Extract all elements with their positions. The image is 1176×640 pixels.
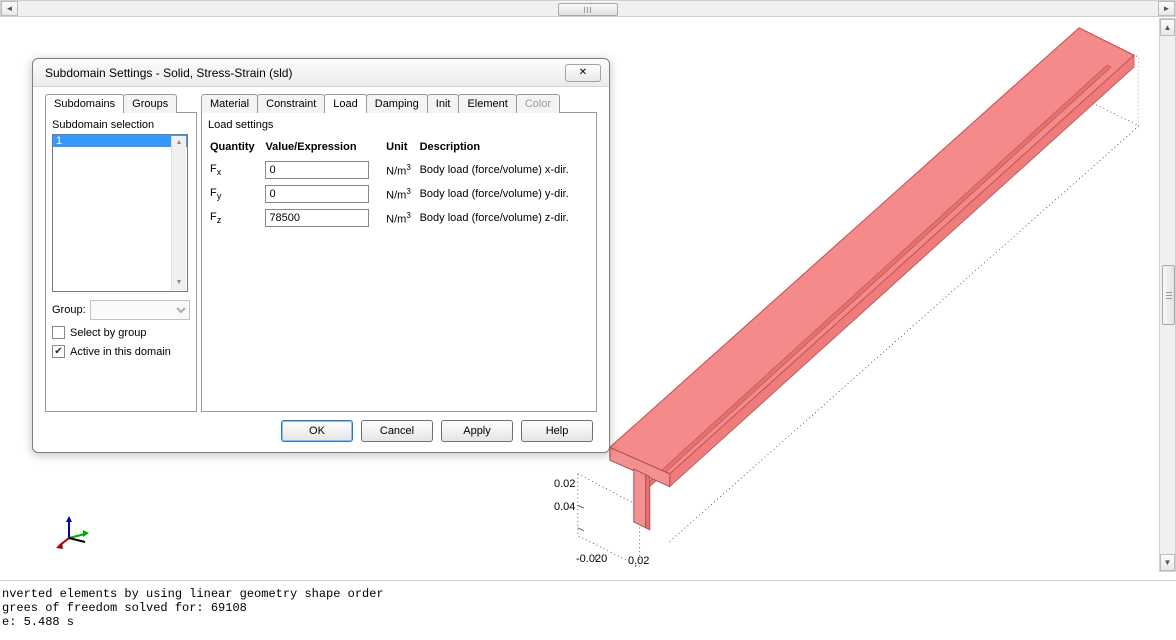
col-quantity: Quantity	[210, 139, 263, 157]
table-row: Fy N/m3 Body load (force/volume) y-dir.	[210, 183, 588, 205]
scrollbar-thumb[interactable]	[1162, 265, 1175, 325]
quantity-cell: Fy	[210, 183, 263, 205]
scroll-up-icon[interactable]: ▲	[1160, 19, 1175, 36]
subdomain-settings-dialog: Subdomain Settings - Solid, Stress-Strai…	[32, 58, 610, 453]
dialog-title: Subdomain Settings - Solid, Stress-Strai…	[45, 66, 292, 80]
subdomain-listbox[interactable]: 1 ▲ ▼	[52, 134, 188, 292]
horizontal-scrollbar[interactable]: ◄ ►	[0, 0, 1176, 17]
scroll-down-icon[interactable]: ▼	[172, 276, 186, 290]
axis-tick-label: 0.04	[554, 501, 575, 513]
tab-constraint[interactable]: Constraint	[257, 94, 325, 113]
table-row: Fx N/m3 Body load (force/volume) x-dir.	[210, 159, 588, 181]
select-by-group-label: Select by group	[70, 327, 146, 339]
scrollbar-thumb[interactable]	[558, 3, 618, 16]
apply-button[interactable]: Apply	[441, 420, 513, 442]
col-description: Description	[420, 139, 588, 157]
desc-cell: Body load (force/volume) x-dir.	[420, 159, 588, 181]
scroll-right-icon[interactable]: ►	[1158, 1, 1175, 16]
close-button[interactable]: ✕	[565, 64, 601, 82]
tab-init[interactable]: Init	[427, 94, 460, 113]
fy-input[interactable]	[265, 185, 369, 203]
col-value: Value/Expression	[265, 139, 384, 157]
table-row: Fz N/m3 Body load (force/volume) z-dir.	[210, 207, 588, 229]
select-by-group-checkbox[interactable]	[52, 326, 65, 339]
ok-button[interactable]: OK	[281, 420, 353, 442]
active-in-domain-label: Active in this domain	[70, 346, 171, 358]
subdomain-selection-label: Subdomain selection	[52, 119, 190, 131]
desc-cell: Body load (force/volume) z-dir.	[420, 207, 588, 229]
desc-cell: Body load (force/volume) y-dir.	[420, 183, 588, 205]
axis-tick-label: -0.020	[576, 553, 607, 565]
quantity-cell: Fz	[210, 207, 263, 229]
cancel-button[interactable]: Cancel	[361, 420, 433, 442]
quantity-cell: Fx	[210, 159, 263, 181]
list-item[interactable]: 1	[53, 135, 187, 147]
tab-color: Color	[516, 94, 560, 113]
axis-tick-label: 0.02	[628, 555, 649, 567]
log-console: nverted elements by using linear geometr…	[0, 580, 1176, 640]
active-in-domain-checkbox[interactable]: ✔	[52, 345, 65, 358]
scroll-up-icon[interactable]: ▲	[172, 136, 186, 150]
load-settings-label: Load settings	[208, 119, 590, 131]
col-unit: Unit	[386, 139, 417, 157]
tab-element[interactable]: Element	[458, 94, 516, 113]
dialog-titlebar[interactable]: Subdomain Settings - Solid, Stress-Strai…	[33, 59, 609, 87]
tab-material[interactable]: Material	[201, 94, 258, 113]
vertical-scrollbar[interactable]: ▲ ▼	[1159, 18, 1176, 572]
unit-cell: N/m3	[386, 183, 417, 205]
scroll-left-icon[interactable]: ◄	[1, 1, 18, 16]
unit-cell: N/m3	[386, 159, 417, 181]
axis-tick-label: 0.02	[554, 478, 575, 490]
fx-input[interactable]	[265, 161, 369, 179]
group-select[interactable]	[90, 300, 190, 320]
tab-groups[interactable]: Groups	[123, 94, 177, 113]
tab-damping[interactable]: Damping	[366, 94, 428, 113]
model-viewport[interactable]: 0.02 0.04 -0.020 0.02 Subdomain Settings…	[0, 18, 1159, 572]
tab-subdomains[interactable]: Subdomains	[45, 94, 124, 113]
unit-cell: N/m3	[386, 207, 417, 229]
axis-triad-icon	[55, 512, 95, 552]
help-button[interactable]: Help	[521, 420, 593, 442]
scroll-down-icon[interactable]: ▼	[1160, 554, 1175, 571]
tab-load[interactable]: Load	[324, 94, 366, 113]
close-icon: ✕	[579, 67, 587, 78]
group-label: Group:	[52, 304, 86, 316]
fz-input[interactable]	[265, 209, 369, 227]
listbox-scrollbar[interactable]: ▲ ▼	[171, 136, 186, 290]
